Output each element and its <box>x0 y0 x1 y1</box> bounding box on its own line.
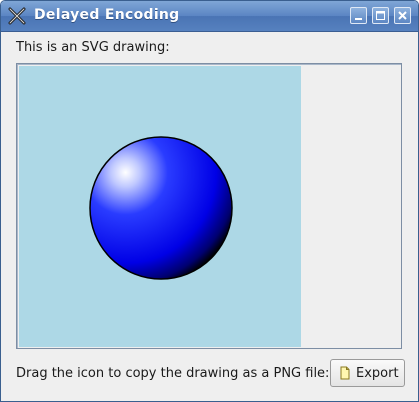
drag-instruction: Drag the icon to copy the drawing as a P… <box>16 366 330 381</box>
blue-sphere <box>89 136 233 280</box>
window-title: Delayed Encoding <box>34 7 180 23</box>
maximize-icon <box>376 11 385 20</box>
close-icon <box>398 11 407 20</box>
file-icon <box>340 366 350 380</box>
export-label: Export <box>356 366 399 381</box>
drawing-caption: This is an SVG drawing: <box>16 40 170 55</box>
svg-drawing-area[interactable] <box>19 66 301 347</box>
x-app-icon <box>8 7 26 25</box>
app-window: Delayed Encoding This is an SVG drawing: <box>0 0 419 402</box>
maximize-button[interactable] <box>372 7 389 24</box>
svg-view-frame <box>16 63 402 349</box>
title-bar[interactable]: Delayed Encoding <box>1 1 418 32</box>
export-button[interactable]: Export <box>330 359 405 387</box>
sphere-drawing <box>89 136 233 280</box>
minimize-icon <box>355 18 362 20</box>
minimize-button[interactable] <box>350 7 367 24</box>
close-button[interactable] <box>394 7 411 24</box>
